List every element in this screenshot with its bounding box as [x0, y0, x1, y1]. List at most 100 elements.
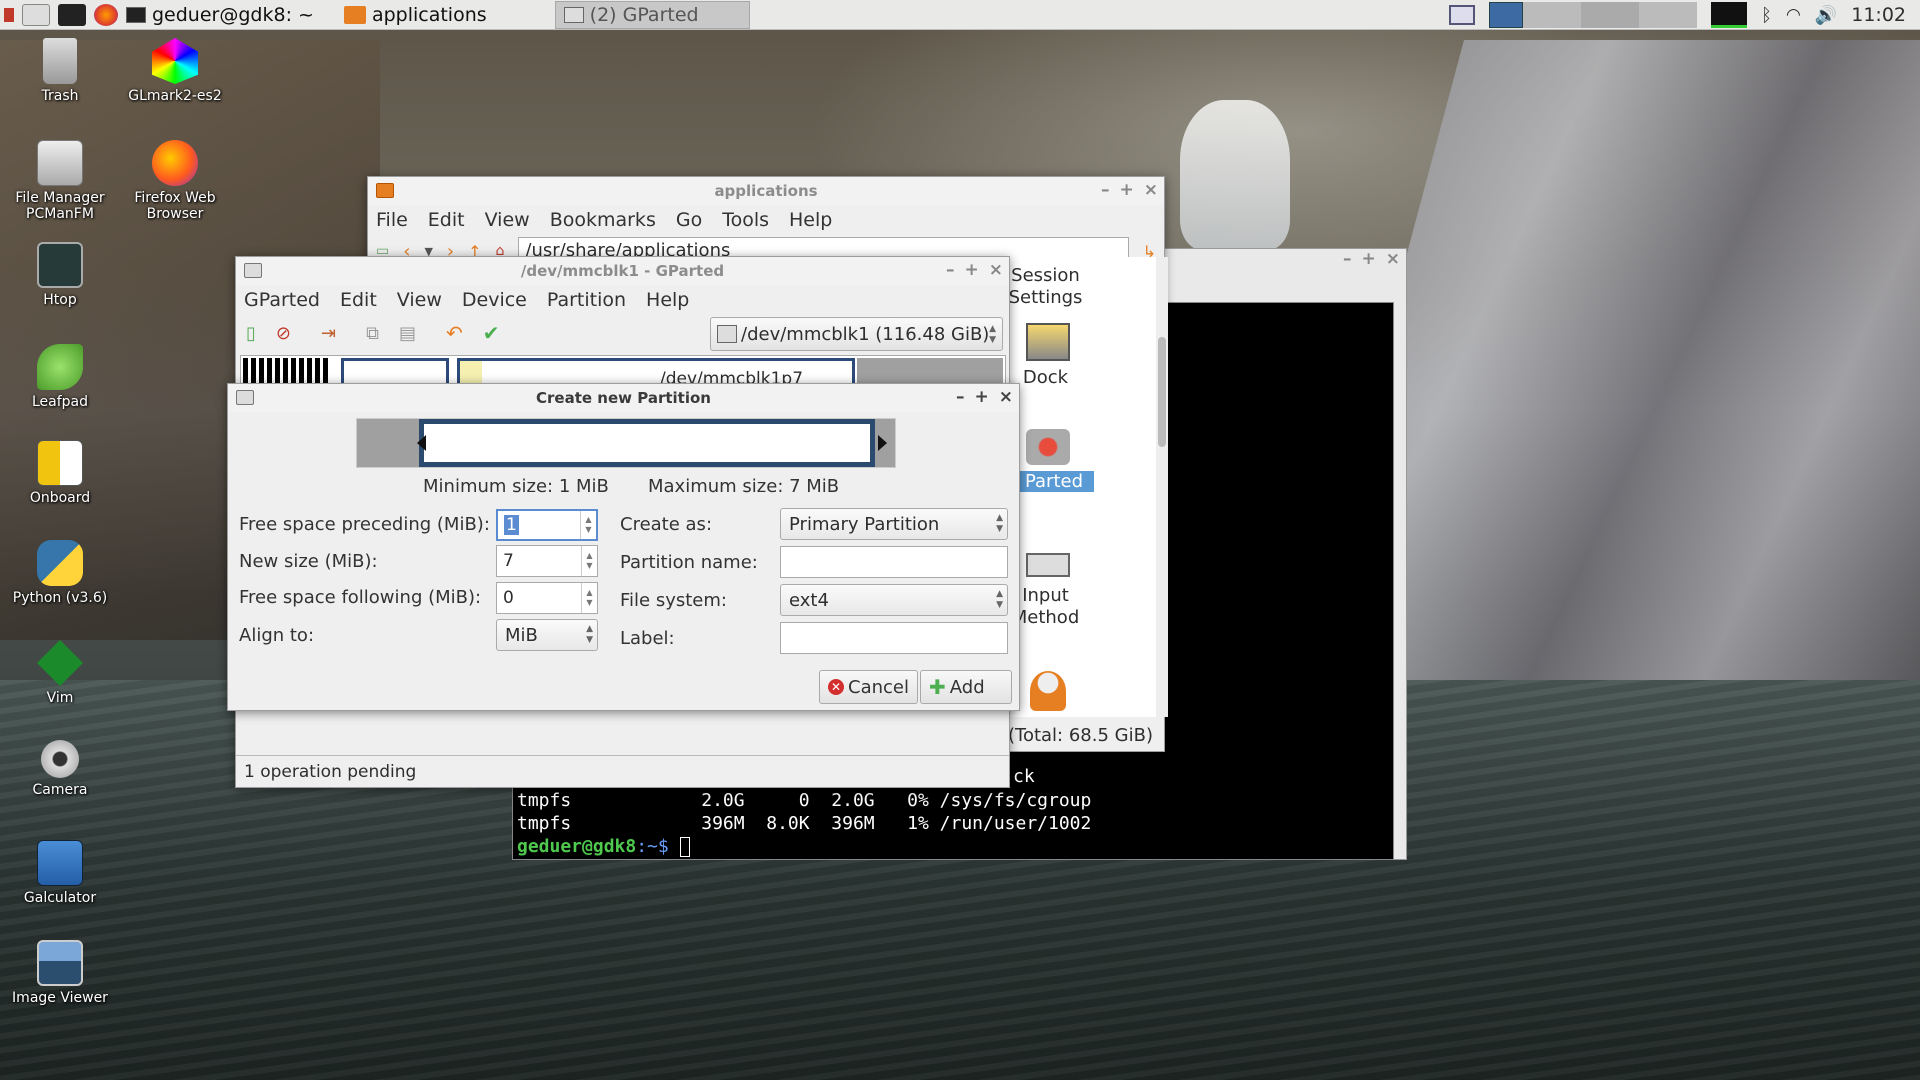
desktop-icon-camera[interactable]: Camera [5, 740, 115, 798]
desktop-icon-galculator[interactable]: Galculator [5, 840, 115, 906]
minimize-icon[interactable]: – [1343, 249, 1352, 269]
size-resizer[interactable] [356, 418, 896, 468]
preceding-spinner[interactable]: 1 ▲ ▼ [496, 509, 598, 541]
clock[interactable]: 11:02 [1851, 4, 1906, 26]
file-system-combo[interactable]: ext4 ▲ ▼ [780, 584, 1008, 616]
desktop-icon-htop[interactable]: Htop [5, 242, 115, 308]
following-spinner[interactable]: 0 ▲ ▼ [496, 582, 598, 614]
maximize-icon[interactable]: + [975, 387, 989, 407]
maximize-icon[interactable]: + [965, 260, 979, 280]
terminal-icon [126, 6, 146, 23]
maximize-icon[interactable]: + [1120, 180, 1134, 200]
gparted-icon [244, 263, 262, 278]
menu-edit[interactable]: Edit [340, 289, 377, 311]
menu-help[interactable]: Help [789, 209, 832, 231]
task-applications[interactable]: applications [336, 1, 495, 29]
right-handle-icon[interactable] [878, 435, 887, 451]
close-icon[interactable]: × [999, 387, 1013, 407]
firefox-icon [152, 140, 198, 186]
close-icon[interactable]: × [989, 260, 1003, 280]
menu-partition[interactable]: Partition [547, 289, 626, 311]
new-partition-icon[interactable]: ▯ [246, 323, 256, 344]
menu-go[interactable]: Go [676, 209, 702, 231]
wallpaper-waterfall [1180, 100, 1290, 250]
task-gparted[interactable]: (2) GParted [554, 0, 750, 29]
combo-arrow-icon: ▲ ▼ [586, 624, 593, 645]
minimize-icon[interactable]: – [946, 260, 955, 280]
top-panel: geduer@gdk8: ~ applications (2) GParted … [0, 0, 1920, 30]
task-label: (2) GParted [589, 3, 699, 26]
menu-device[interactable]: Device [462, 289, 527, 311]
bluetooth-icon[interactable]: ᛒ [1761, 5, 1772, 26]
desktop-icon-firefox[interactable]: Firefox Web Browser [120, 140, 230, 222]
menu-edit[interactable]: Edit [428, 209, 465, 231]
terminal-titlebar[interactable]: – + × [1151, 249, 1406, 271]
align-combo[interactable]: MiB ▲ ▼ [496, 619, 598, 651]
gparted-titlebar[interactable]: /dev/mmcblk1 - GParted – + × [236, 257, 1009, 285]
dialog-titlebar[interactable]: Create new Partition – + × [228, 384, 1019, 412]
file-gparted-selected[interactable]: Parted [1014, 471, 1094, 492]
spin-arrows-icon[interactable]: ▲ ▼ [581, 583, 597, 613]
icon-label: Leafpad [31, 394, 89, 410]
new-size-spinner[interactable]: 7 ▲ ▼ [496, 545, 598, 577]
spin-arrows-icon[interactable]: ▲ ▼ [581, 546, 597, 576]
preceding-value: 1 [504, 515, 519, 535]
cancel-button[interactable]: ✕ Cancel [819, 670, 918, 704]
scrollbar-thumb[interactable] [1158, 337, 1166, 447]
apply-icon[interactable]: ✔ [483, 321, 500, 345]
desktop-icon-leafpad[interactable]: Leafpad [5, 344, 115, 410]
desktop-icon-glmark[interactable]: GLmark2-es2 [120, 38, 230, 104]
wifi-icon[interactable]: ◠ [1786, 5, 1801, 25]
device-label: /dev/mmcblk1 (116.48 GiB) [741, 323, 990, 345]
desktop-icon-trash[interactable]: Trash [5, 38, 115, 104]
cancel-icon: ✕ [828, 679, 844, 695]
close-icon[interactable]: × [1144, 180, 1158, 200]
firefox-launcher-icon[interactable] [94, 3, 118, 26]
icon-label: Python (v3.6) [12, 590, 108, 606]
menu-view[interactable]: View [397, 289, 442, 311]
volume-icon[interactable]: 🔊 [1815, 5, 1837, 26]
desktop-icon-vim[interactable]: Vim [5, 640, 115, 706]
desktop-icon-image-viewer[interactable]: Image Viewer [5, 940, 115, 1006]
resize-icon[interactable]: ⇥ [321, 323, 336, 344]
partition-name-input[interactable] [780, 546, 1008, 578]
create-as-combo[interactable]: Primary Partition ▲ ▼ [780, 508, 1008, 540]
left-handle-icon[interactable] [417, 435, 426, 451]
menu-file[interactable]: File [376, 209, 408, 231]
workspace-switcher[interactable] [1489, 2, 1698, 28]
menu-icon[interactable] [4, 7, 14, 22]
menu-help[interactable]: Help [646, 289, 689, 311]
desktop-icon-python[interactable]: Python (v3.6) [5, 540, 115, 606]
minimize-icon[interactable]: – [956, 387, 965, 407]
label-input[interactable] [780, 622, 1008, 654]
menu-gparted[interactable]: GParted [244, 289, 320, 311]
terminal-partial-line: ck [1013, 766, 1035, 787]
icon-label: Camera [32, 782, 88, 798]
device-selector[interactable]: /dev/mmcblk1 (116.48 GiB) ▲ ▼ [710, 317, 1003, 351]
menu-tools[interactable]: Tools [722, 209, 769, 231]
new-partition-bar[interactable] [419, 419, 875, 467]
terminal-launcher-icon[interactable] [58, 3, 86, 26]
menu-view[interactable]: View [485, 209, 530, 231]
copy-icon[interactable]: ⧉ [366, 323, 379, 344]
scrollbar[interactable] [1156, 257, 1168, 717]
align-value: MiB [505, 624, 538, 646]
desktop-icon-pcmanfm[interactable]: File Manager PCManFM [5, 140, 115, 222]
file-system-value: ext4 [789, 589, 829, 611]
undo-icon[interactable]: ↶ [446, 321, 463, 345]
add-button[interactable]: ✚ Add [920, 670, 1012, 704]
close-icon[interactable]: × [1386, 249, 1400, 269]
desktop-icon-onboard[interactable]: Onboard [5, 440, 115, 506]
delete-icon[interactable]: ⊘ [276, 323, 291, 344]
minimize-icon[interactable]: – [1101, 180, 1110, 200]
filemanager-titlebar[interactable]: applications – + × [368, 177, 1164, 205]
filemanager-launcher-icon[interactable] [22, 3, 50, 26]
maximize-icon[interactable]: + [1362, 249, 1376, 269]
paste-icon[interactable]: ▤ [399, 323, 416, 344]
menu-bookmarks[interactable]: Bookmarks [550, 209, 656, 231]
task-terminal[interactable]: geduer@gdk8: ~ [118, 1, 322, 29]
spin-arrows-icon[interactable]: ▲ ▼ [580, 511, 596, 539]
keyboard-icon [1026, 553, 1070, 577]
workspace-icon[interactable] [1449, 5, 1476, 25]
file-session-settings[interactable]: Session Settings [1008, 265, 1083, 309]
